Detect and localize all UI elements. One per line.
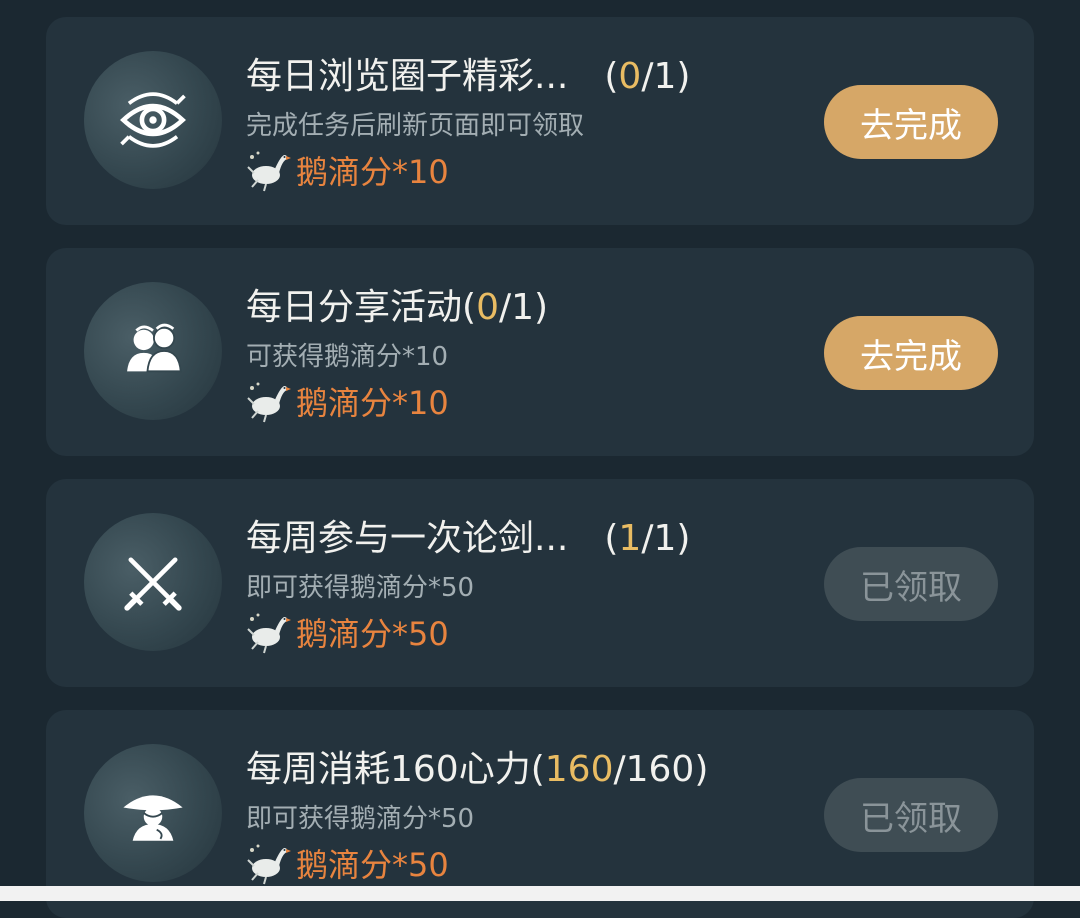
task-reward: 鹅滴分*50 (246, 609, 449, 655)
goose-reward-icon (247, 151, 291, 192)
task-title: 每日分享活动(0/1) (246, 286, 548, 330)
crossed-swords-icon (84, 513, 222, 651)
title-gap (568, 518, 604, 559)
reward-amount: 鹅滴分*10 (296, 153, 449, 191)
progress-total: /1) (641, 518, 691, 559)
task-title: 每周消耗160心力(160/160) (246, 748, 708, 792)
reward-amount: 鹅滴分*10 (296, 384, 449, 422)
progress-done: 1 (618, 518, 642, 559)
task-name: 每日浏览圈子精彩... (246, 56, 569, 97)
task-reward: 鹅滴分*50 (246, 840, 449, 886)
task-title: 每日浏览圈子精彩... (0/1) (246, 55, 690, 99)
people-icon (84, 282, 222, 420)
task-description: 即可获得鹅滴分*50 (246, 573, 475, 603)
go-complete-button[interactable]: 去完成 (824, 85, 998, 159)
eye-icon (84, 51, 222, 189)
task-name: 每周消耗160心力 (246, 749, 531, 790)
progress-total: /160) (613, 749, 709, 790)
progress-done: 0 (618, 56, 642, 97)
progress-total: /1) (498, 287, 549, 328)
goose-reward-icon (247, 613, 291, 654)
task-title: 每周参与一次论剑... (1/1) (246, 517, 690, 561)
task-list: 每日浏览圈子精彩... (0/1) 完成任务后刷新页面即可领取 鹅滴分*10 去… (0, 0, 1080, 918)
task-description: 可获得鹅滴分*10 (246, 342, 449, 372)
task-description: 完成任务后刷新页面即可领取 (246, 111, 585, 141)
reward-amount: 鹅滴分*50 (296, 615, 449, 653)
goose-reward-icon (247, 382, 291, 423)
claimed-button[interactable]: 已领取 (824, 547, 998, 621)
title-gap (568, 56, 604, 97)
task-reward: 鹅滴分*10 (246, 378, 449, 424)
progress-open: ( (604, 518, 619, 559)
progress-done: 160 (544, 749, 614, 790)
task-name: 每周参与一次论剑... (246, 518, 569, 559)
progress-total: /1) (641, 56, 691, 97)
claimed-button[interactable]: 已领取 (824, 778, 998, 852)
progress-open: ( (604, 56, 619, 97)
go-complete-button[interactable]: 去完成 (824, 316, 998, 390)
task-card-browse-circle: 每日浏览圈子精彩... (0/1) 完成任务后刷新页面即可领取 鹅滴分*10 去… (46, 17, 1034, 225)
progress-open: ( (462, 287, 477, 328)
task-name: 每日分享活动 (246, 287, 463, 328)
task-card-weekly-duel: 每周参与一次论剑... (1/1) 即可获得鹅滴分*50 鹅滴分*50 已领取 (46, 479, 1034, 687)
progress-open: ( (530, 749, 545, 790)
progress-done: 0 (476, 287, 499, 328)
hatted-swordsman-icon (84, 744, 222, 882)
task-card-share-activity: 每日分享活动(0/1) 可获得鹅滴分*10 鹅滴分*10 去完成 (46, 248, 1034, 456)
bottom-edge (0, 886, 1080, 901)
task-description: 即可获得鹅滴分*50 (246, 804, 475, 834)
task-reward: 鹅滴分*10 (246, 147, 449, 193)
goose-reward-icon (247, 844, 291, 885)
reward-amount: 鹅滴分*50 (296, 846, 449, 884)
